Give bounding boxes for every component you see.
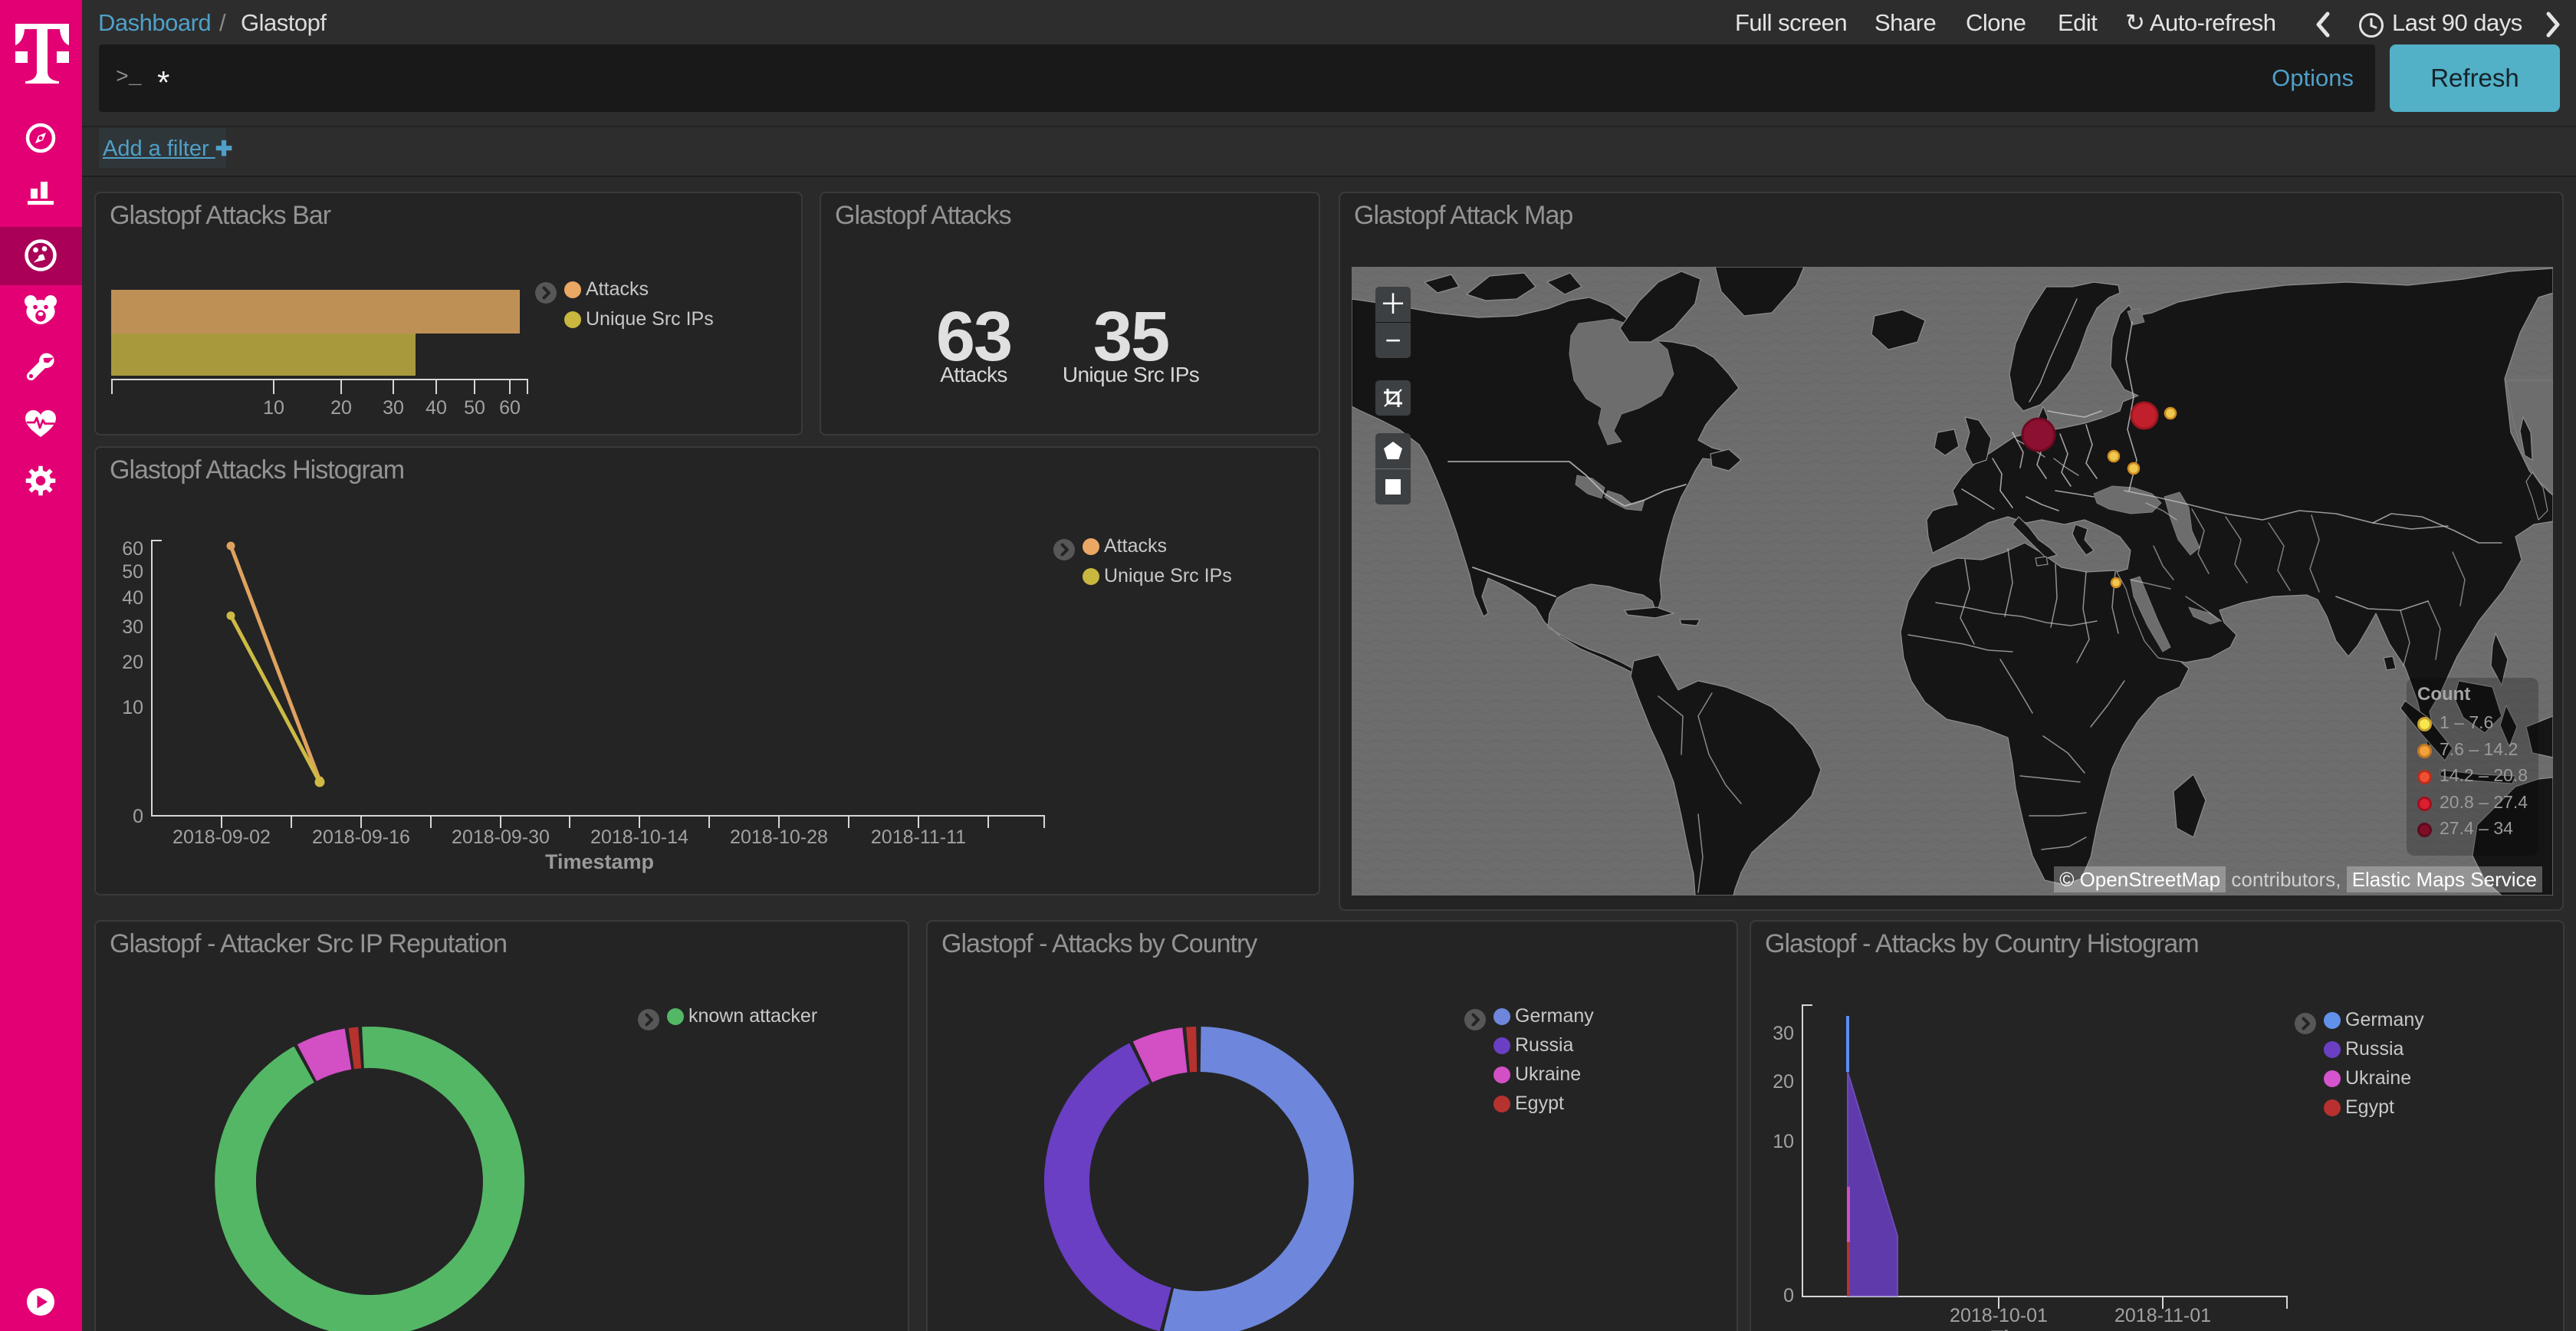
- svg-text:Timestamp: Timestamp: [545, 850, 654, 873]
- svg-text:30: 30: [383, 397, 404, 419]
- svg-text:2018-10-14: 2018-10-14: [590, 827, 688, 848]
- svg-text:2018-10-28: 2018-10-28: [730, 827, 828, 848]
- svg-text:2018-11-01: 2018-11-01: [2114, 1305, 2211, 1326]
- svg-text:10: 10: [263, 397, 284, 419]
- svg-text:2018-09-30: 2018-09-30: [452, 827, 550, 848]
- svg-text:2018-11-11: 2018-11-11: [871, 827, 966, 848]
- svg-text:2018-10-01: 2018-10-01: [1950, 1305, 2048, 1326]
- svg-text:60: 60: [122, 538, 143, 560]
- svg-text:60: 60: [499, 397, 521, 419]
- svg-text:20: 20: [1773, 1071, 1794, 1093]
- svg-text:2018-09-16: 2018-09-16: [312, 827, 410, 848]
- svg-text:50: 50: [464, 397, 485, 419]
- svg-text:0: 0: [133, 806, 143, 827]
- svg-text:20: 20: [122, 652, 143, 673]
- svg-text:20: 20: [330, 397, 352, 419]
- svg-text:2018-09-02: 2018-09-02: [172, 827, 271, 848]
- svg-text:30: 30: [122, 616, 143, 638]
- svg-text:50: 50: [122, 561, 143, 583]
- svg-text:40: 40: [122, 587, 143, 609]
- svg-text:10: 10: [122, 697, 143, 718]
- svg-text:30: 30: [1773, 1023, 1794, 1044]
- svg-text:Timestamp: Timestamp: [1991, 1326, 2100, 1331]
- svg-text:40: 40: [426, 397, 447, 419]
- svg-text:0: 0: [1783, 1285, 1794, 1306]
- svg-text:10: 10: [1773, 1131, 1794, 1152]
